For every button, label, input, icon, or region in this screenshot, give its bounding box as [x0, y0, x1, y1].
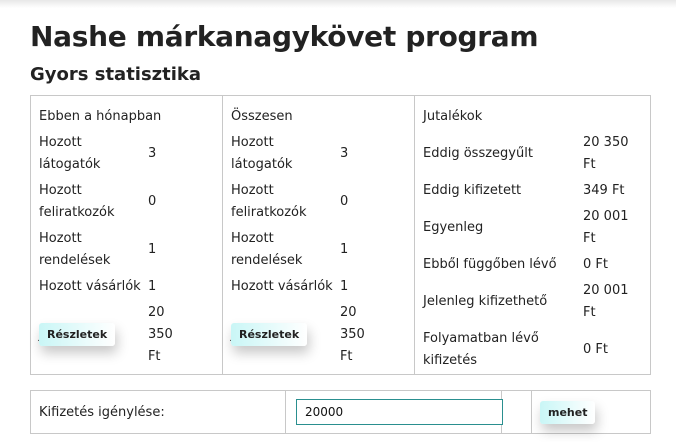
stat-label: Hozott látogatók	[231, 135, 293, 172]
reward-label: Ebből függőben lévő	[423, 257, 557, 272]
stat-label: Hozott rendelések	[39, 231, 111, 268]
payout-amount-input[interactable]	[296, 399, 503, 425]
stat-value: 0	[339, 194, 349, 209]
monthly-heading: Ebben a hónapban	[39, 109, 162, 124]
top-shadow	[0, 0, 676, 8]
stats-column-monthly: Ebben a hónapban Hozott látogatók 3 Hozot…	[30, 95, 223, 375]
stat-value: 20 350 Ft	[339, 305, 365, 364]
reward-label: Eddig kifizetett	[423, 183, 522, 198]
stat-row: Hozott vásárlók 1	[231, 274, 381, 300]
stat-row: Hozott látogatók 3	[231, 130, 381, 178]
reward-value: 20 001 Ft	[583, 209, 629, 246]
monthly-details-button[interactable]: Részletek	[39, 323, 116, 346]
stat-row: Hozott rendelések 1	[39, 226, 189, 274]
stat-row: Hozott feliratkozók 0	[231, 178, 381, 226]
reward-value: 349 Ft	[583, 183, 625, 198]
reward-value: 0 Ft	[583, 257, 608, 272]
reward-label: Egyenleg	[423, 220, 484, 235]
reward-value: 0 Ft	[583, 342, 608, 357]
stat-row: Hozott rendelések 1	[231, 226, 381, 274]
rewards-stats: Jutalékok Eddig összegyűlt 20 350 Ft Eddi…	[423, 104, 638, 374]
monthly-details-wrap: Részletek	[39, 323, 116, 346]
stats-column-total: Összesen Hozott látogatók 3 Hozott felira…	[222, 95, 415, 375]
stat-value: 20 350 Ft	[147, 305, 173, 364]
payout-label: Kifizetés igénylése:	[30, 390, 286, 434]
stat-label: Hozott feliratkozók	[231, 183, 307, 220]
stats-column-rewards: Jutalékok Eddig összegyűlt 20 350 Ft Eddi…	[414, 95, 651, 375]
stat-label: Hozott vásárlók	[231, 279, 333, 294]
stat-value: 1	[147, 242, 157, 257]
stat-row: Hozott látogatók 3	[39, 130, 189, 178]
reward-row: Egyenleg 20 001 Ft	[423, 204, 638, 252]
stat-value: 1	[339, 242, 349, 257]
reward-row: Jelenleg kifizethető 20 001 Ft	[423, 278, 638, 326]
reward-row: Eddig kifizetett 349 Ft	[423, 178, 638, 204]
stat-row: Hozott vásárlók 1	[39, 274, 189, 300]
reward-label: Jelenleg kifizethető	[423, 294, 548, 309]
stat-value: 0	[147, 194, 157, 209]
total-details-wrap: Részletek	[231, 323, 308, 346]
reward-label: Eddig összegyűlt	[423, 146, 533, 161]
payout-submit-button[interactable]: mehet	[540, 400, 596, 424]
reward-label: Folyamatban lévő kifizetés	[423, 331, 539, 368]
payout-spacer-cell	[501, 390, 532, 434]
stat-row: Hozott feliratkozók 0	[39, 178, 189, 226]
reward-value: 20 001 Ft	[583, 283, 629, 320]
stat-label: Hozott rendelések	[231, 231, 303, 268]
stats-table: Ebben a hónapban Hozott látogatók 3 Hozot…	[30, 95, 651, 375]
stat-value: 1	[339, 279, 349, 294]
reward-row: Eddig összegyűlt 20 350 Ft	[423, 130, 638, 178]
section-title: Gyors statisztika	[30, 64, 202, 85]
total-heading: Összesen	[231, 109, 293, 124]
payout-input-cell	[285, 390, 503, 434]
stat-label: Hozott feliratkozók	[39, 183, 115, 220]
stat-value: 3	[339, 146, 349, 161]
payout-submit-cell: mehet	[531, 390, 651, 434]
rewards-heading: Jutalékok	[423, 109, 483, 124]
reward-value: 20 350 Ft	[583, 135, 629, 172]
total-details-button[interactable]: Részletek	[231, 323, 308, 346]
reward-row: Ebből függőben lévő 0 Ft	[423, 252, 638, 278]
stat-label: Hozott vásárlók	[39, 279, 141, 294]
stat-label: Hozott látogatók	[39, 135, 101, 172]
stat-value: 3	[147, 146, 157, 161]
reward-row: Folyamatban lévő kifizetés 0 Ft	[423, 326, 638, 374]
page-title: Nashe márkanagykövet program	[30, 20, 539, 53]
payout-request-table: Kifizetés igénylése: mehet	[30, 390, 651, 434]
stat-value: 1	[147, 279, 157, 294]
